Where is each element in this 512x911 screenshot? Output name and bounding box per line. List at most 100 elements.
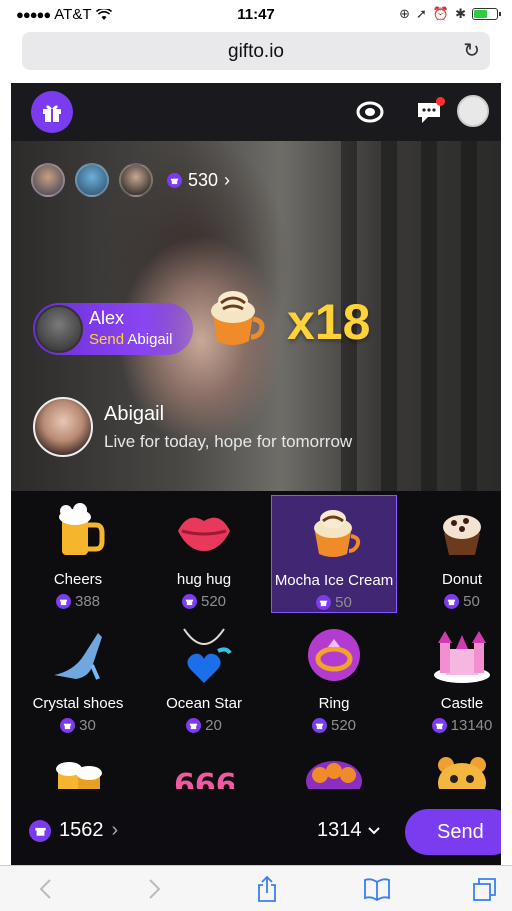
gift-price: 388 — [15, 593, 141, 610]
gift-item[interactable] — [399, 745, 501, 789]
gift-event-banner: Alex Send Abigail — [33, 303, 193, 355]
pumpkins-icon — [306, 761, 362, 789]
beer-mugs-icon — [56, 762, 102, 789]
status-icons: ⊕ ➚ ⏰ ✱ — [399, 6, 501, 22]
gift-item[interactable]: Crystal shoes 30 — [15, 619, 141, 737]
tabs-icon[interactable] — [470, 874, 500, 904]
gift-price: 520 — [141, 593, 267, 610]
svg-text:666: 666 — [174, 768, 234, 789]
sender-avatar — [35, 305, 83, 353]
lips-icon — [178, 517, 230, 551]
gift-price-value: 520 — [330, 717, 357, 734]
gift-item[interactable]: Ocean Star 20 — [141, 619, 267, 737]
castle-icon — [434, 631, 490, 683]
gift-price-value: 13140 — [450, 717, 493, 734]
gift-name: Ring — [318, 695, 350, 712]
gift-price-value: 50 — [335, 594, 352, 611]
host-name: Abigail — [104, 403, 165, 425]
gift-item[interactable]: hug hug 520 — [141, 495, 267, 613]
coin-icon — [186, 718, 202, 733]
gift-combo-count: x18 — [287, 294, 371, 350]
coin-icon — [181, 594, 197, 609]
host-bio: Live for today, hope for tomorrow — [104, 432, 353, 451]
chat-icon[interactable] — [415, 97, 445, 127]
coin-icon — [444, 594, 460, 609]
gift-name: Cheers — [53, 571, 103, 588]
app-header — [11, 83, 501, 141]
reload-icon[interactable]: ↻ — [463, 38, 480, 63]
gift-panel-footer: 1562 › 1314 Send — [11, 795, 501, 865]
background-blind — [461, 141, 477, 491]
app-container: 530 › Alex Send Abigail x18 Abigail Live… — [11, 83, 501, 865]
viewer-avatar[interactable] — [31, 163, 65, 197]
mocha-cup-icon — [211, 291, 265, 345]
browser-toolbar — [0, 865, 512, 911]
gift-name: Ocean Star — [166, 695, 242, 712]
quantity-selector[interactable]: 1314 — [317, 819, 380, 842]
share-icon[interactable] — [252, 874, 282, 904]
forward-icon[interactable] — [140, 874, 170, 904]
beer-mug-icon — [59, 503, 105, 555]
profile-avatar[interactable] — [457, 95, 489, 127]
bookmarks-icon[interactable] — [362, 874, 392, 904]
gift-name: hug hug — [176, 571, 232, 588]
gift-name: Castle — [440, 695, 484, 712]
glass-slipper-icon — [54, 633, 102, 680]
gift-item[interactable] — [15, 745, 141, 789]
gift-name: Crystal shoes — [32, 695, 124, 712]
gift-recipient: Abigail — [127, 331, 173, 348]
gift-price-value: 388 — [74, 593, 101, 610]
gift-item[interactable] — [271, 745, 397, 789]
host-avatar[interactable] — [33, 397, 93, 457]
coin-icon — [311, 718, 327, 733]
gift-price-value: 30 — [79, 717, 96, 734]
gift-price: 30 — [15, 717, 141, 734]
gift-item[interactable]: Ring 520 — [271, 619, 397, 737]
coin-icon — [167, 172, 182, 188]
gift-price: 50 — [399, 593, 501, 610]
gift-item[interactable]: Donut 50 — [399, 495, 501, 613]
gift-price: 20 — [141, 717, 267, 734]
gift-item-selected[interactable]: Mocha Ice Cream 50 — [271, 495, 397, 613]
666-icon: 666 — [174, 768, 234, 789]
bear-icon — [438, 757, 486, 789]
notification-dot — [436, 97, 445, 106]
gift-item[interactable]: Cheers 388 — [15, 495, 141, 613]
battery-fill — [474, 10, 488, 18]
gift-item[interactable]: 666 — [141, 745, 267, 789]
gift-name: Donut — [441, 571, 483, 588]
battery-icon — [472, 8, 501, 20]
cupcake-icon — [443, 515, 481, 555]
viewer-avatar[interactable] — [119, 163, 153, 197]
heart-necklace-icon — [183, 628, 232, 683]
chevron-down-icon — [367, 826, 380, 834]
gift-item[interactable]: Castle 13140 — [399, 619, 501, 737]
background-blind — [421, 141, 437, 491]
coin-icon — [60, 718, 76, 733]
back-icon[interactable] — [30, 874, 60, 904]
address-bar[interactable]: gifto.io ↻ — [22, 32, 490, 70]
send-button[interactable]: Send — [405, 809, 501, 855]
background-blind — [381, 141, 397, 491]
gift-price-value: 50 — [463, 593, 480, 610]
coin-icon — [29, 819, 51, 842]
viewer-coins[interactable]: 530 › — [167, 170, 230, 191]
coin-balance[interactable]: 1562 › — [29, 819, 118, 842]
viewer-avatar[interactable] — [75, 163, 109, 197]
alarm-icon: ⏰ — [432, 6, 450, 21]
gift-action: Send Abigail — [89, 331, 172, 348]
coin-balance-value: 1562 — [59, 819, 104, 841]
live-video: 530 › Alex Send Abigail x18 Abigail Live… — [11, 141, 501, 491]
sender-name: Alex — [89, 308, 125, 328]
gift-price-value: 520 — [200, 593, 227, 610]
viewer-coins-value: 530 — [188, 169, 219, 190]
coin-icon — [431, 718, 447, 733]
gift-icon[interactable] — [31, 91, 73, 133]
url-text[interactable]: gifto.io — [22, 41, 490, 63]
viewer-list: 530 › — [31, 163, 230, 197]
bluetooth-icon: ✱ — [455, 6, 466, 21]
live-stream-icon[interactable] — [355, 97, 385, 127]
chevron-right-icon: › — [224, 169, 231, 190]
gift-price: 13140 — [399, 717, 501, 734]
gift-name: Mocha Ice Cream — [274, 572, 394, 589]
